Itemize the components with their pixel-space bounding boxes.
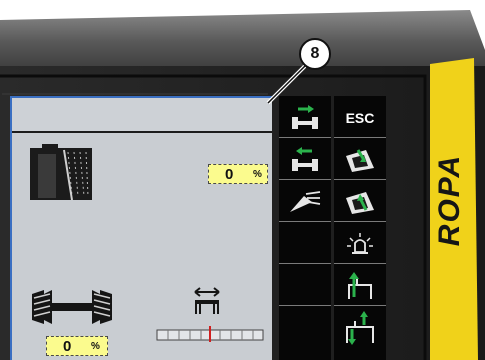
callout-number: 8 xyxy=(310,45,320,62)
terminal-photo: ROPA 0 % 0 % ESC 8 xyxy=(0,0,485,360)
callout-badge: 8 xyxy=(299,38,331,70)
callout-leader-line xyxy=(266,64,307,105)
